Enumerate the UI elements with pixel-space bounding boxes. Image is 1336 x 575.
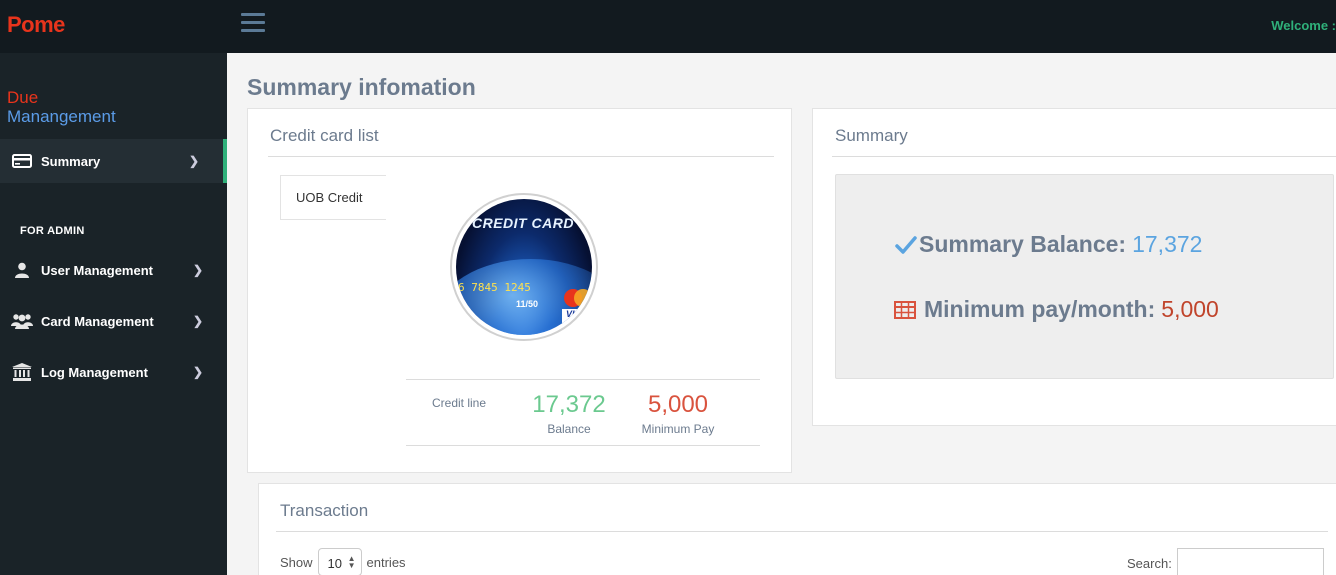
users-icon bbox=[11, 312, 33, 330]
minimum-pay-line: Minimum pay/month: 5,000 bbox=[894, 296, 1219, 323]
sidebar-item-card-management[interactable]: Card Management ❯ bbox=[0, 299, 227, 343]
show-label: Show bbox=[280, 554, 313, 570]
stat-value: 5,000 bbox=[647, 391, 709, 418]
card-tab-uob-credit[interactable]: UOB Credit bbox=[280, 175, 386, 220]
visa-logo-icon: VISA bbox=[562, 309, 592, 323]
app-title: Due Manangement bbox=[7, 88, 116, 126]
sidebar-item-label: User Management bbox=[41, 262, 153, 278]
stats-divider-top bbox=[406, 379, 760, 380]
chevron-right-icon: ❯ bbox=[192, 365, 203, 379]
page-length-value: 10 bbox=[327, 556, 342, 571]
stat-minimum-pay: 5,000 Minimum Pay bbox=[633, 391, 723, 437]
chevron-right-icon: ❯ bbox=[192, 263, 203, 277]
credit-card-list-title: Credit card list bbox=[270, 126, 379, 145]
sidebar-item-user-management[interactable]: User Management ❯ bbox=[0, 248, 227, 292]
page-length-control: Show 10 ▲ ▼ entries bbox=[280, 548, 406, 575]
stat-label: Balance bbox=[547, 422, 591, 436]
admin-section-heading: FOR ADMIN bbox=[20, 225, 85, 237]
entries-label: entries bbox=[366, 554, 406, 570]
sidebar-item-summary[interactable]: Summary ❯ bbox=[0, 139, 227, 183]
stat-balance: 17,372 Balance bbox=[524, 391, 614, 437]
app-title-line2: Manangement bbox=[7, 107, 116, 126]
stat-label: Credit line bbox=[431, 396, 487, 410]
top-navbar: Pome Welcome : bbox=[0, 0, 1336, 53]
summary-balance-line: Summary Balance: 17,372 bbox=[895, 231, 1202, 258]
bank-icon bbox=[11, 363, 33, 381]
summary-balance-label: Summary Balance: bbox=[919, 231, 1127, 257]
credit-card-image: CREDIT CARD 6 7845 1245 11/50 VISA bbox=[450, 193, 598, 341]
sidebar-item-label: Summary bbox=[41, 153, 101, 169]
card-image-number: 6 7845 1245 bbox=[458, 281, 531, 294]
transaction-panel-title: Transaction bbox=[280, 501, 369, 520]
sidebar-item-label: Card Management bbox=[41, 313, 154, 329]
check-icon bbox=[895, 235, 917, 255]
user-icon bbox=[11, 261, 33, 279]
stat-value: 17,372 bbox=[532, 391, 606, 418]
search-label: Search: bbox=[1127, 555, 1172, 571]
app-title-line1: Due bbox=[7, 88, 39, 107]
chevron-right-icon: ❯ bbox=[192, 314, 203, 328]
table-icon bbox=[894, 300, 916, 319]
stat-credit-line: Credit line bbox=[419, 392, 499, 410]
minimum-pay-value: 5,000 bbox=[1161, 296, 1219, 322]
summary-balance-value: 17,372 bbox=[1132, 231, 1203, 257]
credit-card-icon bbox=[11, 152, 33, 170]
panel-divider bbox=[832, 156, 1336, 157]
page-length-select[interactable]: 10 ▲ ▼ bbox=[317, 548, 362, 575]
menu-toggle-icon[interactable] bbox=[241, 13, 265, 35]
welcome-text: Welcome : bbox=[1271, 18, 1336, 33]
minimum-pay-label: Minimum pay/month: bbox=[924, 296, 1156, 322]
search-input[interactable] bbox=[1176, 548, 1324, 575]
brand-logo[interactable]: Pome bbox=[7, 12, 65, 38]
sidebar-item-label: Log Management bbox=[41, 364, 148, 380]
card-image-expiry: 11/50 bbox=[516, 299, 539, 309]
stats-divider-bottom bbox=[406, 445, 760, 446]
select-arrows-icon: ▲ ▼ bbox=[347, 554, 356, 570]
summary-panel-title: Summary bbox=[835, 126, 908, 145]
panel-divider bbox=[268, 156, 774, 157]
sidebar-item-log-management[interactable]: Log Management ❯ bbox=[0, 350, 227, 394]
card-image-title: CREDIT CARD bbox=[472, 215, 574, 231]
stat-label: Minimum Pay bbox=[641, 422, 715, 436]
panel-divider bbox=[276, 531, 1328, 532]
table-search-control: Search: bbox=[1127, 548, 1324, 575]
summary-box bbox=[835, 174, 1334, 379]
chevron-right-icon: ❯ bbox=[188, 154, 199, 168]
page-title: Summary infomation bbox=[247, 74, 476, 100]
sidebar: Due Manangement Summary ❯ FOR ADMIN User… bbox=[0, 53, 227, 575]
